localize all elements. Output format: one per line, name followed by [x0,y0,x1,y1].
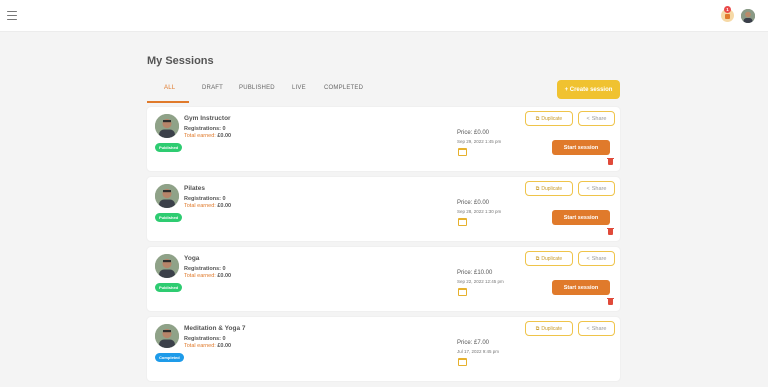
registrations-count: 0 [222,266,226,272]
session-card[interactable]: Meditation & Yoga 7 Registrations: 0 Tot… [147,317,620,381]
share-label: Share [591,325,607,332]
tab-draft[interactable]: DRAFT [202,85,223,91]
session-date: Jul 17, 2022 9:45 pm [457,349,500,354]
session-name: Pilates [184,185,205,192]
bell-glyph [725,14,730,19]
registrations-label: Registrations: [184,196,221,202]
calendar-icon[interactable] [458,288,467,296]
tab-all[interactable]: ALL [164,85,175,91]
trash-icon[interactable] [607,157,614,165]
session-date: Sep 29, 2022 1:45 pm [457,139,502,144]
total-earned-label: Total earned: [184,343,216,349]
share-icon: < [586,115,590,122]
duplicate-label: Duplicate [541,185,563,192]
share-button[interactable]: < Share [578,181,615,196]
copy-icon: ⧉ [535,325,540,332]
session-name: Gym Instructor [184,115,231,122]
share-label: Share [591,255,607,262]
registrations: Registrations: 0 [184,126,226,132]
total-earned: Total earned: £0.00 [184,343,231,349]
duplicate-label: Duplicate [541,115,563,122]
active-tab-indicator [147,101,189,103]
copy-icon: ⧉ [535,185,540,192]
share-icon: < [586,325,590,332]
trash-icon[interactable] [607,227,614,235]
registrations: Registrations: 0 [184,196,226,202]
session-name: Yoga [184,255,200,262]
registrations-count: 0 [222,196,226,202]
session-date: Sep 22, 2022 12:45 pm [457,279,504,284]
duplicate-button[interactable]: ⧉ Duplicate [525,321,573,336]
session-price: Price: £0.00 [457,130,490,136]
session-price: Price: £10.00 [457,270,493,276]
calendar-icon[interactable] [458,358,467,366]
start-session-button[interactable]: Start session [552,140,610,155]
share-label: Share [591,185,607,192]
calendar-icon[interactable] [458,218,467,226]
start-session-button[interactable]: Start session [552,210,610,225]
hamburger-menu-icon[interactable] [7,11,17,21]
calendar-icon[interactable] [458,148,467,156]
total-earned: Total earned: £0.00 [184,203,231,209]
share-label: Share [591,115,607,122]
share-button[interactable]: < Share [578,111,615,126]
tab-completed[interactable]: COMPLETED [324,85,363,91]
registrations-label: Registrations: [184,336,221,342]
session-card[interactable]: Pilates Registrations: 0 Total earned: £… [147,177,620,241]
session-price: Price: £0.00 [457,200,490,206]
session-date: Sep 28, 2022 1:30 pm [457,209,502,214]
tab-published[interactable]: PUBLISHED [239,85,275,91]
session-avatar [155,324,179,348]
total-earned-label: Total earned: [184,273,216,279]
create-session-button[interactable]: + Create session [557,80,620,99]
session-tabs: ALL DRAFT PUBLISHED LIVE COMPLETED [147,80,467,103]
tab-live[interactable]: LIVE [292,85,306,91]
page-title: My Sessions [147,55,214,67]
notification-badge: 1 [724,6,731,13]
registrations-label: Registrations: [184,126,221,132]
total-earned: Total earned: £0.00 [184,133,231,139]
session-avatar [155,114,179,138]
registrations-label: Registrations: [184,266,221,272]
trash-icon[interactable] [607,297,614,305]
share-icon: < [586,185,590,192]
duplicate-label: Duplicate [541,255,563,262]
session-avatar [155,254,179,278]
total-earned-value: £0.00 [217,133,232,139]
total-earned: Total earned: £0.00 [184,273,231,279]
total-earned-label: Total earned: [184,203,216,209]
notification-bell-icon[interactable]: 1 [721,6,734,22]
top-bar: 1 [0,0,768,32]
registrations-count: 0 [222,126,226,132]
duplicate-button[interactable]: ⧉ Duplicate [525,251,573,266]
session-name: Meditation & Yoga 7 [184,325,246,332]
copy-icon: ⧉ [535,255,540,262]
share-button[interactable]: < Share [578,251,615,266]
duplicate-button[interactable]: ⧉ Duplicate [525,181,573,196]
share-button[interactable]: < Share [578,321,615,336]
session-card[interactable]: Yoga Registrations: 0 Total earned: £0.0… [147,247,620,311]
session-avatar [155,184,179,208]
registrations: Registrations: 0 [184,336,226,342]
total-earned-value: £0.00 [217,203,232,209]
registrations: Registrations: 0 [184,266,226,272]
status-badge: Completed [155,353,184,362]
status-badge: Published [155,143,183,152]
status-badge: Published [155,213,183,222]
duplicate-label: Duplicate [541,325,563,332]
registrations-count: 0 [222,336,226,342]
total-earned-value: £0.00 [217,273,232,279]
total-earned-value: £0.00 [217,343,232,349]
copy-icon: ⧉ [535,115,540,122]
status-badge: Published [155,283,183,292]
share-icon: < [586,255,590,262]
session-price: Price: £7.00 [457,340,490,346]
user-avatar[interactable] [741,9,755,23]
duplicate-button[interactable]: ⧉ Duplicate [525,111,573,126]
session-card[interactable]: Gym Instructor Registrations: 0 Total ea… [147,107,620,171]
start-session-button[interactable]: Start session [552,280,610,295]
total-earned-label: Total earned: [184,133,216,139]
